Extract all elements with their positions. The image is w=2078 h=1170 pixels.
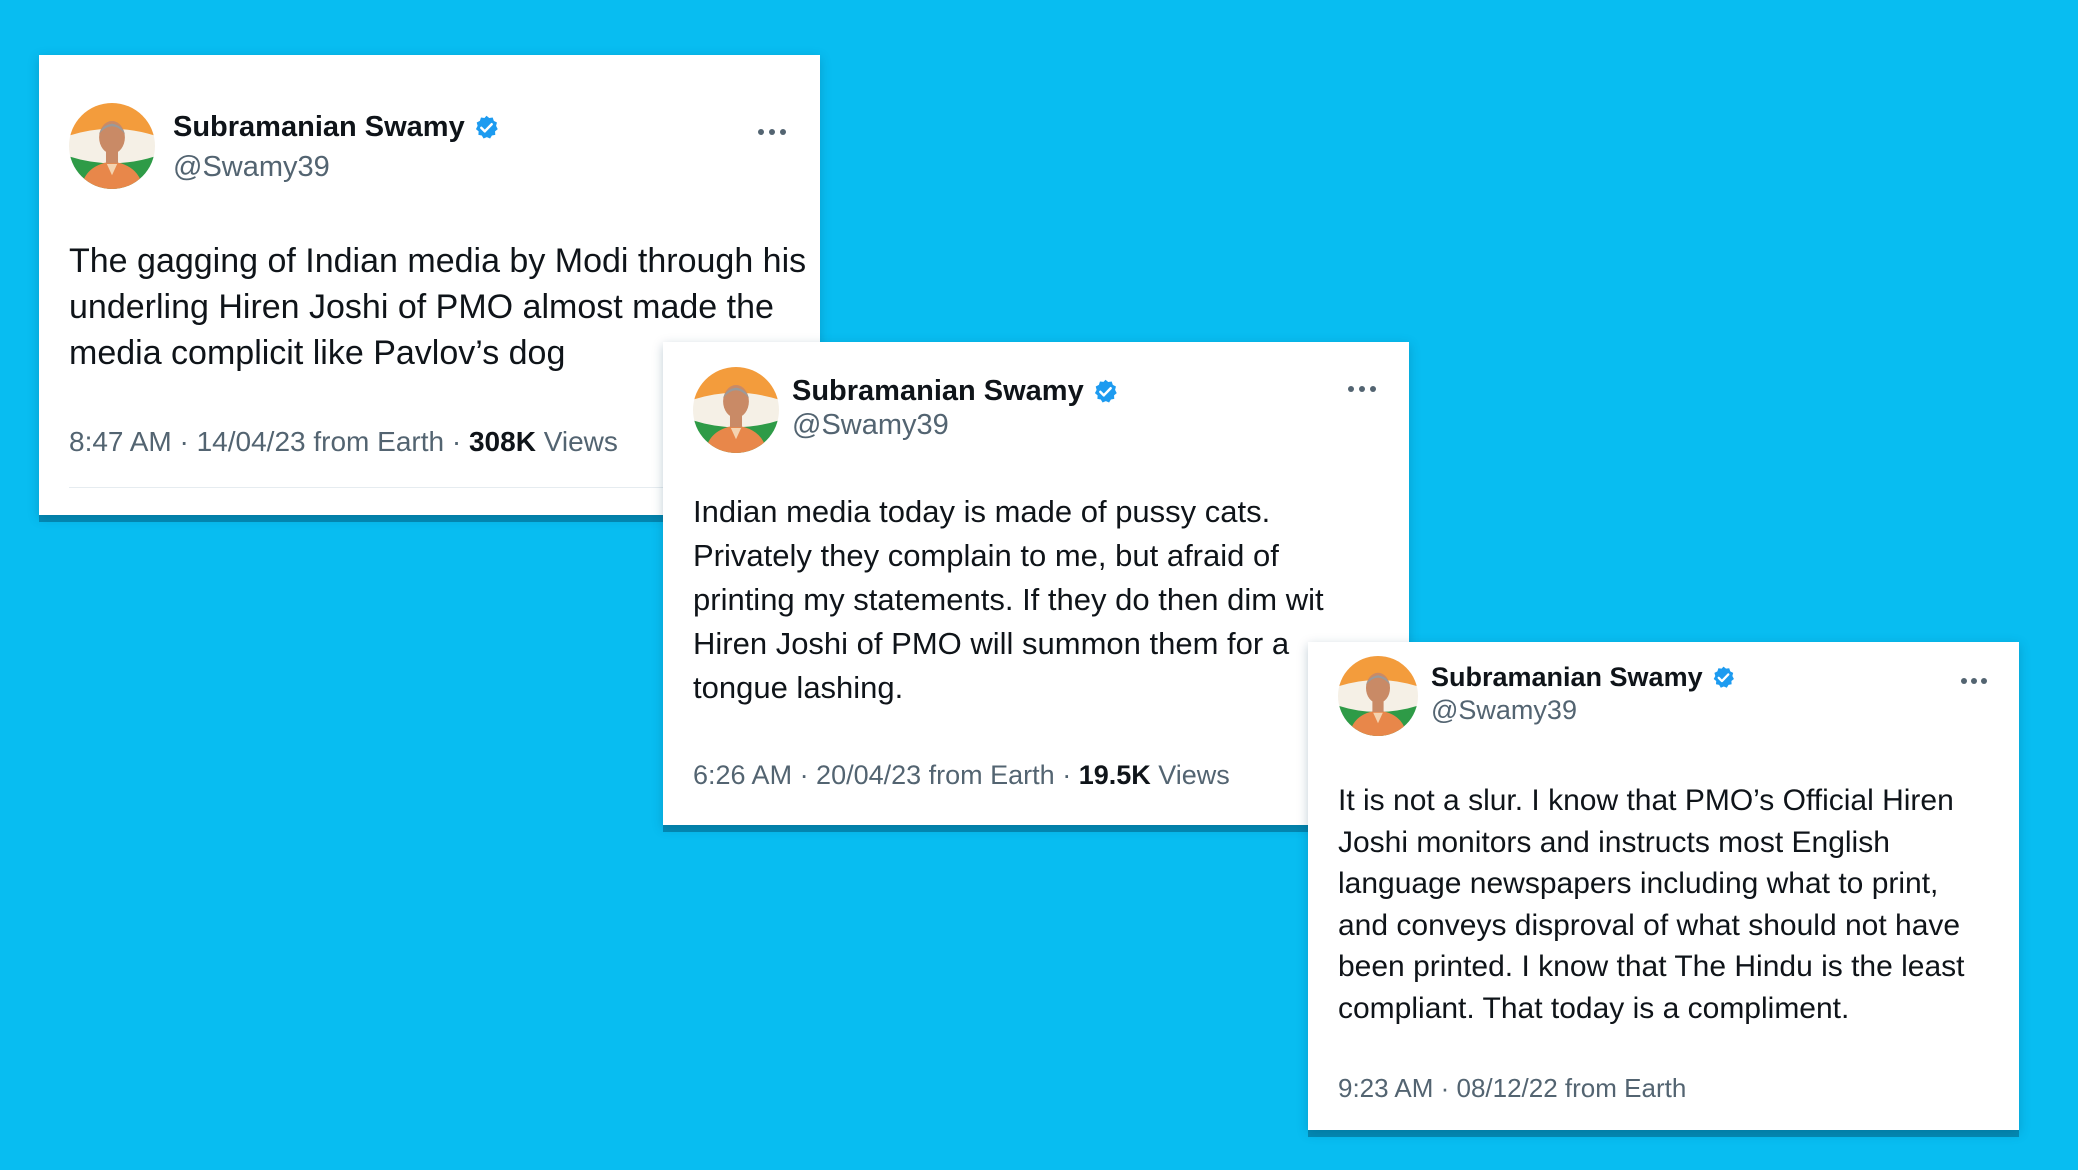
tweet-text-line: printing my statements. If they do then … — [693, 582, 1324, 617]
avatar[interactable] — [69, 103, 155, 189]
views-label: Views — [535, 426, 618, 457]
verified-badge-icon — [1092, 378, 1119, 405]
more-dots-icon[interactable] — [757, 128, 787, 136]
tweet-text-line: and conveys disproval of what should not… — [1338, 908, 1961, 942]
avatar[interactable] — [1338, 656, 1418, 736]
author-name[interactable]: Subramanian Swamy — [792, 375, 1084, 408]
tweet-meta: 6:26 AM · 20/04/23 from Earth · 19.5K Vi… — [693, 760, 1230, 791]
author-row: Subramanian Swamy — [1431, 662, 1736, 693]
tweet-text-line: Joshi monitors and instructs most Englis… — [1338, 825, 1890, 859]
author-handle[interactable]: @Swamy39 — [1431, 695, 1577, 726]
tweet-card[interactable]: Subramanian Swamy @Swamy39 It is not a s… — [1308, 642, 2019, 1130]
tweet-meta: 9:23 AM · 08/12/22 from Earth — [1338, 1073, 1686, 1104]
tweet-text-line: The gagging of Indian media by Modi thro… — [69, 242, 807, 280]
verified-badge-icon — [473, 114, 500, 141]
tweet-timestamp[interactable]: 8:47 AM · 14/04/23 from Earth · — [69, 426, 469, 457]
more-dots-icon[interactable] — [1347, 385, 1377, 393]
views-label: Views — [1150, 760, 1230, 790]
author-row: Subramanian Swamy — [792, 375, 1119, 408]
more-dots-icon[interactable] — [1960, 677, 1988, 685]
author-handle[interactable]: @Swamy39 — [792, 409, 949, 442]
tweet-text-line: Indian media today is made of pussy cats… — [693, 494, 1271, 529]
views-count: 19.5K — [1078, 760, 1151, 790]
tweet-timestamp[interactable]: 9:23 AM · 08/12/22 from Earth — [1338, 1073, 1686, 1103]
tweet-text-line: It is not a slur. I know that PMO’s Offi… — [1338, 784, 1954, 817]
tweet-text: It is not a slur. I know that PMO’s Offi… — [1338, 780, 1965, 1029]
tweet-text-line: compliant. That today is a compliment. — [1338, 991, 1850, 1025]
avatar[interactable] — [693, 367, 779, 453]
tweet-text-line: Hiren Joshi of PMO will summon them for … — [693, 626, 1290, 661]
author-name[interactable]: Subramanian Swamy — [173, 111, 465, 144]
author-row: Subramanian Swamy — [173, 111, 500, 144]
views-count: 308K — [468, 426, 536, 457]
verified-badge-icon — [1711, 665, 1736, 690]
author-handle[interactable]: @Swamy39 — [173, 151, 330, 184]
tweet-card[interactable]: Subramanian Swamy @Swamy39 Indian media … — [663, 342, 1409, 825]
tweet-text-line: Privately they complain to me, but afrai… — [693, 538, 1279, 573]
tweet-text-line: tongue lashing. — [693, 670, 904, 705]
tweet-text-line: underling Hiren Joshi of PMO almost made… — [69, 288, 774, 326]
tweet-text: Indian media today is made of pussy cats… — [693, 490, 1324, 710]
tweet-text-line: been printed. I know that The Hindu is t… — [1338, 950, 1965, 983]
tweet-timestamp[interactable]: 6:26 AM · 20/04/23 from Earth · — [693, 760, 1079, 790]
author-name[interactable]: Subramanian Swamy — [1431, 662, 1703, 693]
tweet-text-line: language newspapers including what to pr… — [1338, 867, 1939, 900]
tweet-meta: 8:47 AM · 14/04/23 from Earth · 308K Vie… — [69, 426, 618, 458]
